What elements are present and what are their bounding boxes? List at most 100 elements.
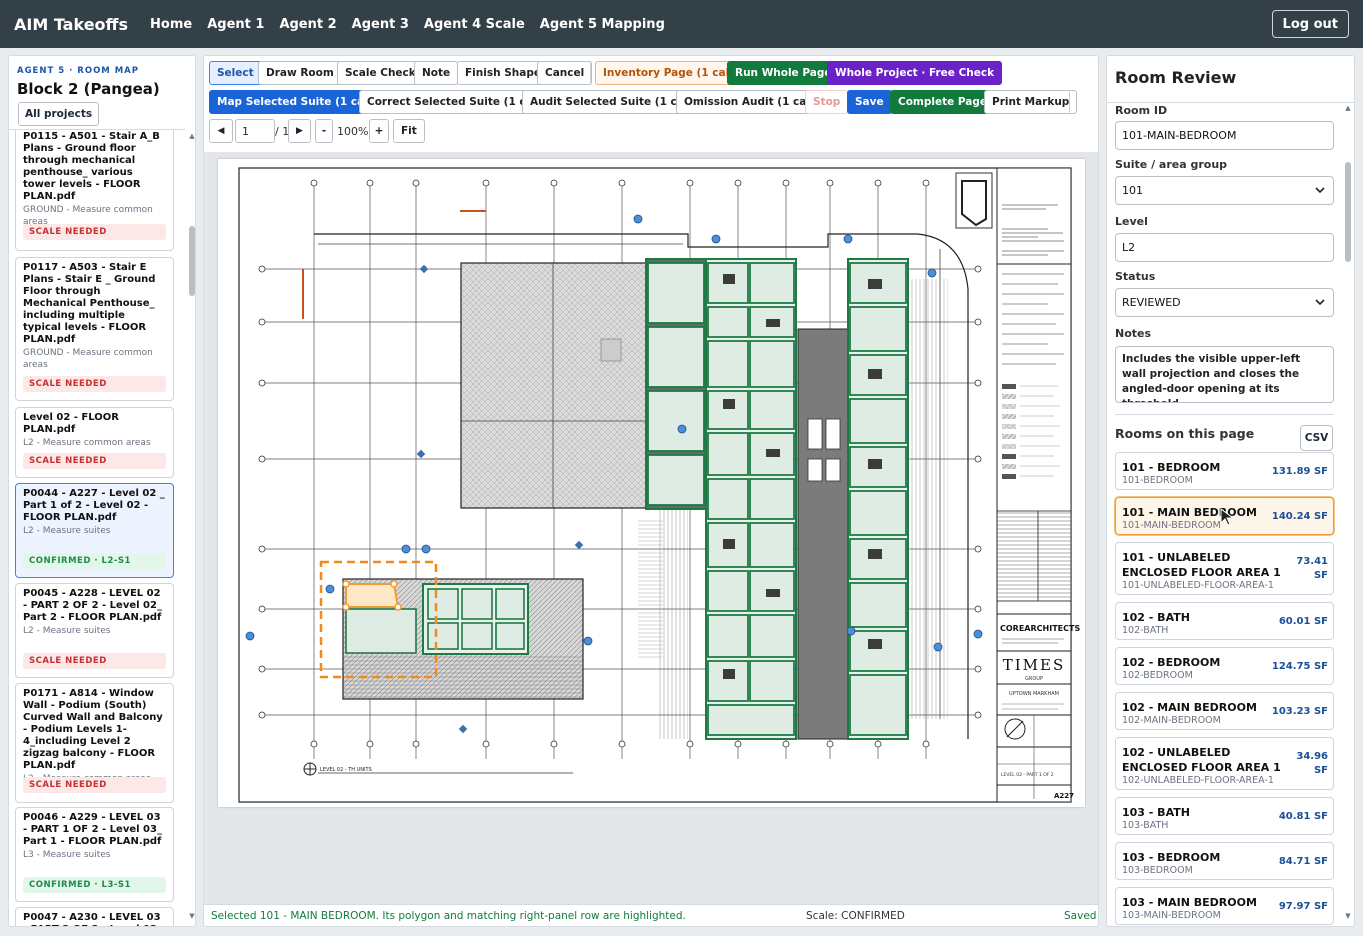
room-row[interactable]: 102 - BATH 102-BATH 60.01 SF bbox=[1115, 602, 1334, 640]
inventory-page-button[interactable]: Inventory Page (1 call) bbox=[595, 61, 746, 85]
csv-export-button[interactable]: CSV bbox=[1300, 425, 1333, 451]
room-row[interactable]: 101 - BEDROOM 101-BEDROOM 131.89 SF bbox=[1115, 452, 1334, 490]
level-input[interactable]: L2 bbox=[1115, 233, 1334, 262]
draw-room-button[interactable]: Draw Room bbox=[258, 61, 342, 85]
select-tool-button[interactable]: Select bbox=[209, 61, 262, 85]
room-row[interactable]: 103 - BEDROOM 103-BEDROOM 84.71 SF bbox=[1115, 842, 1334, 880]
level-label: Level bbox=[1115, 215, 1148, 228]
room-area: 40.81 SF bbox=[1278, 811, 1328, 822]
scroll-up-icon[interactable]: ▲ bbox=[1343, 104, 1353, 112]
file-card[interactable]: P0171 - A814 - Window Wall - Podium (Sou… bbox=[15, 683, 174, 803]
chevron-down-icon bbox=[1315, 187, 1325, 194]
room-id: 103-MAIN-BEDROOM bbox=[1122, 910, 1221, 921]
whole-project-free-check-button[interactable]: Whole Project · Free Check bbox=[827, 61, 1003, 85]
stop-button[interactable]: Stop bbox=[805, 90, 849, 114]
room-row[interactable]: 103 - BATH 103-BATH 40.81 SF bbox=[1115, 797, 1334, 835]
review-panel-scrollbar[interactable]: ▲ ▼ bbox=[1343, 102, 1353, 924]
print-markup-button[interactable]: Print Markup bbox=[984, 90, 1078, 114]
status-badge: SCALE NEEDED bbox=[23, 777, 166, 793]
prev-page-button[interactable]: ◀ bbox=[209, 119, 233, 143]
cancel-button[interactable]: Cancel bbox=[537, 61, 593, 85]
zoom-in-button[interactable]: + bbox=[369, 119, 389, 143]
section-divider bbox=[1115, 414, 1334, 415]
room-name: 102 - MAIN BEDROOM bbox=[1122, 701, 1257, 714]
room-area: 140.24 SF bbox=[1271, 511, 1328, 522]
zoom-out-button[interactable]: - bbox=[315, 119, 333, 143]
room-row[interactable]: 101 - UNLABELED ENCLOSED FLOOR AREA 1 10… bbox=[1115, 542, 1334, 595]
nav-home[interactable]: Home bbox=[150, 17, 192, 32]
room-row[interactable]: 103 - MAIN BEDROOM 103-MAIN-BEDROOM 97.9… bbox=[1115, 887, 1334, 925]
room-area: 34.96 SF bbox=[1296, 751, 1328, 776]
notes-textarea[interactable]: Includes the visible upper-left wall pro… bbox=[1115, 346, 1334, 403]
room-name: 103 - BEDROOM bbox=[1122, 851, 1221, 864]
logout-button[interactable]: Log out bbox=[1271, 10, 1349, 38]
nav-agent-3[interactable]: Agent 3 bbox=[352, 17, 409, 32]
room-id: 102-BATH bbox=[1122, 625, 1169, 636]
file-list: P0115 - A501 - Stair A_B Plans - Ground … bbox=[9, 129, 185, 926]
fit-button[interactable]: Fit bbox=[393, 119, 425, 143]
omission-audit-button[interactable]: Omission Audit (1 call) bbox=[676, 90, 827, 114]
file-card[interactable]: P0115 - A501 - Stair A_B Plans - Ground … bbox=[15, 130, 174, 251]
file-name: P0117 - A503 - Stair E Plans - Stair E _… bbox=[23, 262, 156, 345]
file-sub: L2 - Measure suites bbox=[23, 526, 111, 536]
room-area: 73.41 SF bbox=[1296, 556, 1328, 581]
scroll-down-icon[interactable]: ▼ bbox=[1343, 912, 1353, 920]
level-label-text: LEVEL 02 - TH UNITS bbox=[320, 767, 372, 773]
nav-agent-4-scale[interactable]: Agent 4 Scale bbox=[424, 17, 525, 32]
file-card[interactable]: P0117 - A503 - Stair E Plans - Stair E _… bbox=[15, 257, 174, 401]
room-row[interactable]: 102 - UNLABELED ENCLOSED FLOOR AREA 1 10… bbox=[1115, 737, 1334, 790]
plan-canvas[interactable]: COREARCHITECTS TIMES GROUP UPTOWN MARKHA… bbox=[204, 152, 1098, 904]
block-title: Block 2 (Pangea) bbox=[17, 80, 160, 98]
room-name: 101 - BEDROOM bbox=[1122, 461, 1221, 474]
room-name: 102 - BEDROOM bbox=[1122, 656, 1221, 669]
room-row[interactable]: 102 - BEDROOM 102-BEDROOM 124.75 SF bbox=[1115, 647, 1334, 685]
note-button[interactable]: Note bbox=[414, 61, 459, 85]
status-badge: CONFIRMED · L2-S1 bbox=[23, 553, 166, 569]
file-card[interactable]: P0045 - A228 - LEVEL 02 - PART 2 OF 2 - … bbox=[15, 583, 174, 678]
finish-shape-button[interactable]: Finish Shape bbox=[457, 61, 549, 85]
scrollbar-thumb[interactable] bbox=[189, 226, 195, 296]
file-sub: GROUND - Measure common areas bbox=[23, 348, 153, 370]
room-area: 97.97 SF bbox=[1278, 901, 1328, 912]
room-id-input[interactable]: 101-MAIN-BEDROOM bbox=[1115, 121, 1334, 150]
saved-indicator: Saved bbox=[1064, 910, 1097, 922]
file-card[interactable]: P0047 - A230 - LEVEL 03 - PART 2 OF 2 - … bbox=[15, 907, 174, 926]
all-projects-button[interactable]: All projects bbox=[18, 102, 100, 126]
file-list-scrollbar[interactable]: ▲ ▼ bbox=[188, 132, 195, 922]
save-button[interactable]: Save bbox=[847, 90, 892, 114]
scroll-down-icon[interactable]: ▼ bbox=[188, 912, 195, 920]
room-row[interactable]: 102 - MAIN BEDROOM 102-MAIN-BEDROOM 103.… bbox=[1115, 692, 1334, 730]
status-select[interactable]: REVIEWED bbox=[1115, 288, 1334, 317]
file-card[interactable]: P0046 - A229 - LEVEL 03 - PART 1 OF 2 - … bbox=[15, 807, 174, 902]
room-name: 103 - BATH bbox=[1122, 806, 1190, 819]
room-id: 101-BEDROOM bbox=[1122, 475, 1193, 486]
file-name: P0044 - A227 - Level 02 _ Part 1 of 2 - … bbox=[23, 488, 165, 523]
nav-agent-1[interactable]: Agent 1 bbox=[207, 17, 264, 32]
map-selected-suite-button[interactable]: Map Selected Suite (1 call) bbox=[209, 90, 385, 114]
file-name: P0115 - A501 - Stair A_B Plans - Ground … bbox=[23, 131, 160, 202]
file-card-selected[interactable]: P0044 - A227 - Level 02 _ Part 1 of 2 - … bbox=[15, 483, 174, 578]
scrollbar-thumb[interactable] bbox=[1345, 162, 1351, 262]
scale-check-button[interactable]: Scale Check bbox=[337, 61, 424, 85]
file-sub: L3 - Measure suites bbox=[23, 850, 111, 860]
run-whole-page-button[interactable]: Run Whole Page bbox=[727, 61, 840, 85]
nav-agent-5-mapping[interactable]: Agent 5 Mapping bbox=[540, 17, 665, 32]
top-nav: AIM Takeoffs Home Agent 1 Agent 2 Agent … bbox=[0, 0, 1363, 48]
nav-agent-2[interactable]: Agent 2 bbox=[279, 17, 336, 32]
scroll-up-icon[interactable]: ▲ bbox=[188, 132, 195, 140]
drawing-sheet[interactable]: COREARCHITECTS TIMES GROUP UPTOWN MARKHA… bbox=[218, 159, 1085, 807]
page-number-input[interactable]: 1 bbox=[235, 119, 275, 143]
room-area: 124.75 SF bbox=[1271, 661, 1328, 672]
complete-page-button[interactable]: Complete Page bbox=[890, 90, 996, 114]
project-name-text: UPTOWN MARKHAM bbox=[1009, 691, 1059, 697]
app-brand[interactable]: AIM Takeoffs bbox=[14, 15, 128, 34]
room-id: 102-UNLABELED-FLOOR-AREA-1 bbox=[1122, 775, 1274, 786]
file-card[interactable]: Level 02 - FLOOR PLAN.pdf L2 - Measure c… bbox=[15, 407, 174, 478]
status-label: Status bbox=[1115, 270, 1156, 283]
sheet-number-text: A227 bbox=[1054, 792, 1074, 800]
suite-label: Suite / area group bbox=[1115, 158, 1228, 171]
suite-select[interactable]: 101 bbox=[1115, 176, 1334, 205]
next-page-button[interactable]: ▶ bbox=[288, 119, 311, 143]
suite-select-value: 101 bbox=[1122, 184, 1143, 197]
floor-plan-drawing[interactable]: COREARCHITECTS TIMES GROUP UPTOWN MARKHA… bbox=[218, 159, 1085, 807]
